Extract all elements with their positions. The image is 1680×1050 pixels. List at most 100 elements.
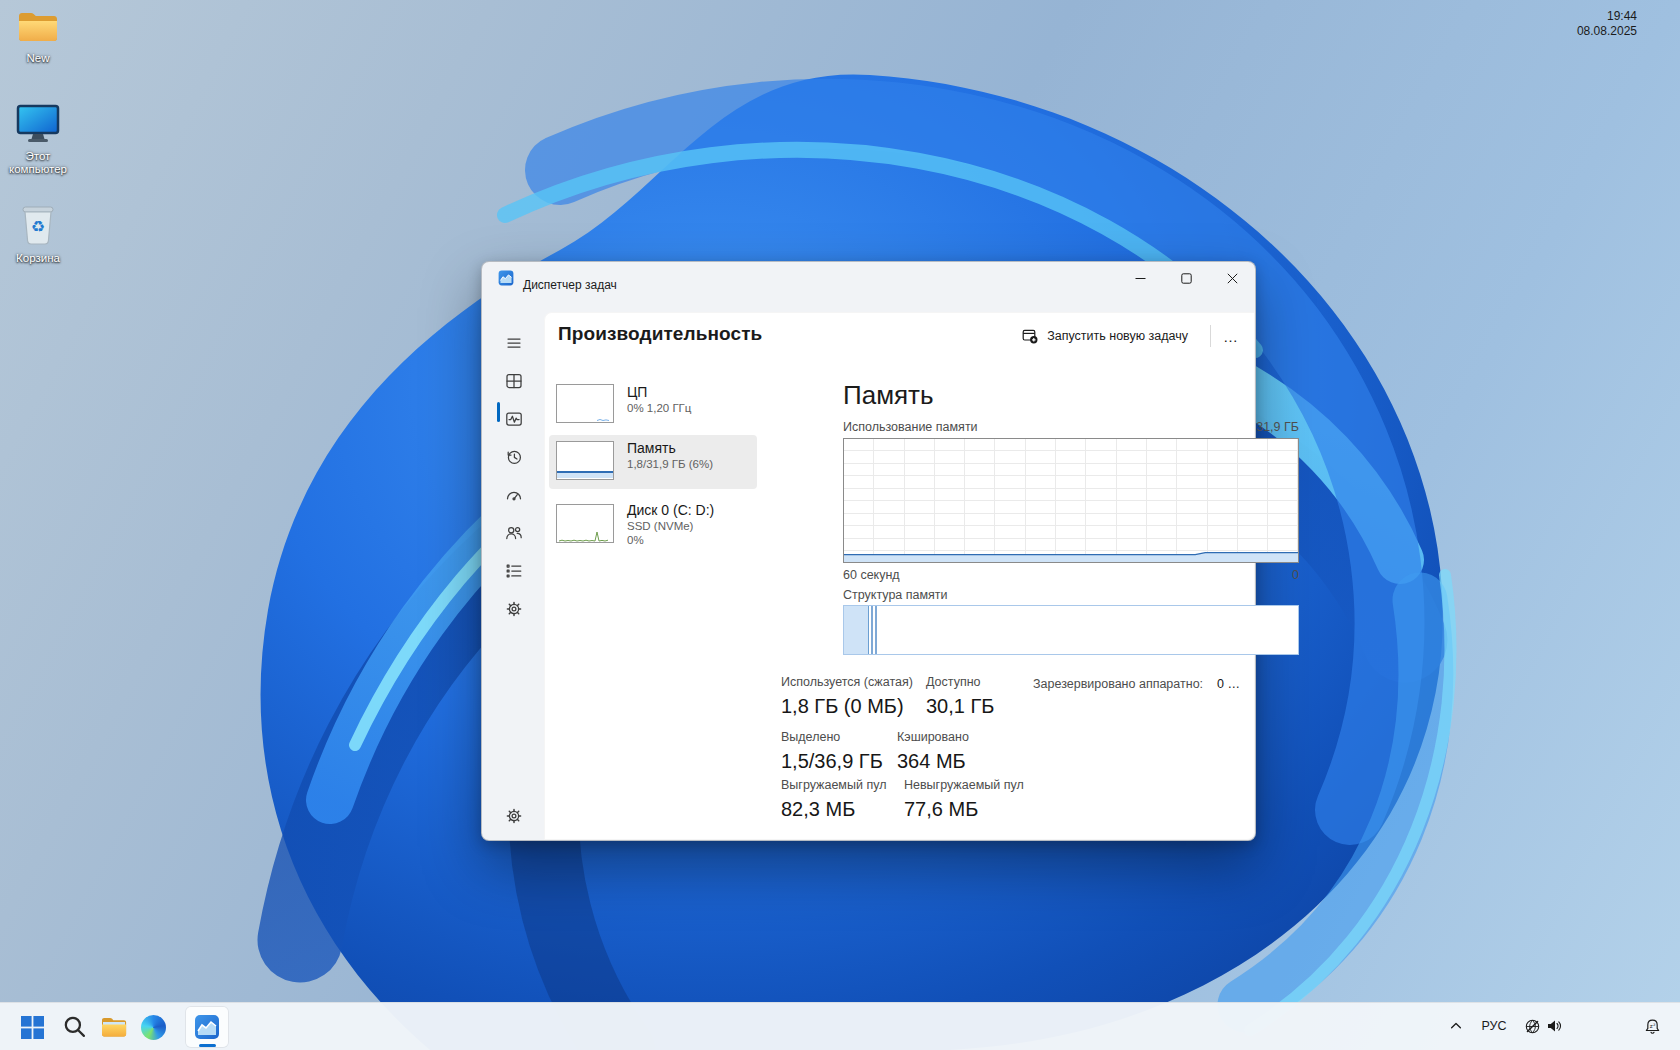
memory-usage-max: 31,9 ГБ [1256, 420, 1299, 434]
language-indicator[interactable]: РУС [1477, 1017, 1511, 1035]
disk-mini-graph [556, 504, 614, 543]
settings-gear-icon [505, 807, 523, 825]
network-button[interactable] [1521, 1016, 1543, 1036]
sidebar-item-users[interactable] [492, 516, 536, 550]
perf-item-sub: 0% 1,20 ГГц [627, 401, 691, 415]
sidebar-item-services[interactable] [492, 592, 536, 626]
start-button[interactable] [12, 1007, 52, 1047]
maximize-button[interactable] [1163, 262, 1209, 295]
volume-button[interactable] [1543, 1016, 1565, 1036]
globe-no-internet-icon [1524, 1018, 1541, 1035]
page-title: Производительность [558, 323, 762, 345]
desktop-icon-label: Этот компьютер [0, 150, 76, 176]
settings-button[interactable] [492, 799, 536, 833]
close-icon [1227, 273, 1238, 284]
task-manager-window: Диспетчер задач [481, 261, 1256, 841]
composition-used-segment [844, 606, 869, 654]
window-titlebar[interactable]: Диспетчер задач [482, 262, 1255, 312]
stat-committed: Выделено 1,5/36,9 ГБ [781, 730, 883, 774]
sidebar-item-app-history[interactable] [492, 440, 536, 474]
composition-divider [871, 606, 873, 654]
sidebar-item-details[interactable] [492, 554, 536, 588]
sidebar-item-startup-apps[interactable] [492, 478, 536, 512]
perf-item-title: Диск 0 (C: D:) [627, 501, 714, 519]
sidebar-item-processes[interactable] [492, 364, 536, 398]
edge-icon [141, 1015, 166, 1040]
perf-item-sub: SSD (NVMe) [627, 519, 714, 533]
clock-time: 19:44 [1577, 9, 1637, 24]
stat-in-use: Используется (сжатая) 1,8 ГБ (0 МБ) [781, 675, 913, 719]
performance-icon [505, 410, 523, 428]
menu-icon [505, 334, 523, 352]
maximize-icon [1181, 273, 1192, 284]
file-explorer-icon [100, 1015, 128, 1039]
cpu-mini-graph [556, 384, 614, 423]
users-icon [505, 524, 523, 542]
desktop-icon-recycle-bin[interactable]: ♻ Корзина [0, 204, 76, 265]
memory-composition-label: Структура памяти [843, 588, 948, 602]
memory-usage-label: Использование памяти [843, 420, 978, 434]
minimize-icon [1135, 273, 1146, 284]
perf-item-sub: 1,8/31,9 ГБ (6%) [627, 457, 713, 471]
active-app-indicator [199, 1044, 216, 1047]
memory-mini-graph [556, 441, 614, 480]
close-button[interactable] [1209, 262, 1255, 295]
menu-toggle-button[interactable] [492, 326, 536, 360]
desktop-icon-label: New [0, 52, 76, 65]
run-new-task-button[interactable]: Запустить новую задачу [1013, 321, 1197, 351]
perf-list-item-disk0[interactable]: Диск 0 (C: D:) SSD (NVMe) 0% [549, 491, 757, 559]
header-divider [1210, 325, 1211, 347]
desktop-icon-this-pc[interactable]: Этот компьютер [0, 104, 76, 176]
desktop: New Этот компьютер ♻ Корзина [0, 0, 1680, 1050]
more-options-label: … [1223, 328, 1239, 345]
stat-available: Доступно 30,1 ГБ [926, 675, 994, 719]
folder-icon [16, 8, 60, 46]
taskbar [0, 1002, 1680, 1050]
perf-list-item-cpu[interactable]: ЦП 0% 1,20 ГГц [549, 379, 757, 433]
sidebar-item-performance[interactable] [492, 402, 536, 436]
file-explorer-button[interactable] [94, 1007, 134, 1047]
stat-cached: Кэшировано 364 МБ [897, 730, 969, 774]
task-manager-taskbar-button[interactable] [186, 1007, 228, 1047]
svg-text:♻: ♻ [31, 217, 45, 236]
perf-item-title: ЦП [627, 383, 691, 401]
memory-composition-bar [843, 605, 1299, 655]
clock-date: 08.08.2025 [1577, 24, 1637, 39]
clock[interactable]: 19:44 08.08.2025 [1577, 9, 1637, 39]
desktop-icon-new-folder[interactable]: New [0, 8, 76, 65]
minimize-button[interactable] [1117, 262, 1163, 295]
search-icon [63, 1015, 87, 1039]
notifications-button[interactable]: z z [1641, 1016, 1663, 1036]
more-options-button[interactable]: … [1215, 321, 1247, 351]
bell-dnd-icon: z z [1644, 1018, 1661, 1035]
edge-button[interactable] [133, 1007, 173, 1047]
speaker-icon [1546, 1018, 1562, 1034]
task-manager-icon [194, 1014, 220, 1040]
start-icon [20, 1015, 45, 1040]
chevron-up-icon [1449, 1019, 1463, 1033]
services-icon [505, 600, 523, 618]
processes-icon [505, 372, 523, 390]
computer-icon [15, 104, 61, 144]
details-icon [505, 562, 523, 580]
search-button[interactable] [55, 1007, 95, 1047]
startup-apps-icon [505, 486, 523, 504]
desktop-icon-label: Корзина [0, 252, 76, 265]
graph-time-zero: 0 [1292, 568, 1299, 582]
composition-divider [875, 606, 877, 654]
window-title: Диспетчер задач [523, 278, 617, 292]
stat-paged-pool: Выгружаемый пул 82,3 МБ [781, 778, 886, 822]
run-new-task-label: Запустить новую задачу [1047, 329, 1188, 343]
tray-chevron-button[interactable] [1444, 1016, 1468, 1036]
task-manager-app-icon [498, 270, 514, 286]
graph-time-window: 60 секунд [843, 568, 900, 582]
recycle-bin-icon: ♻ [19, 204, 57, 246]
stat-hardware-reserved: Зарезервировано аппаратно: 0 … [1033, 677, 1240, 692]
svg-text:z: z [1653, 1021, 1655, 1026]
stat-nonpaged-pool: Невыгружаемый пул 77,6 МБ [904, 778, 1024, 822]
perf-item-sub2: 0% [627, 533, 714, 547]
perf-item-title: Память [627, 439, 713, 457]
perf-list-item-memory[interactable]: Память 1,8/31,9 ГБ (6%) [549, 435, 757, 489]
memory-panel-title: Память [843, 380, 934, 411]
new-task-icon [1022, 328, 1038, 344]
